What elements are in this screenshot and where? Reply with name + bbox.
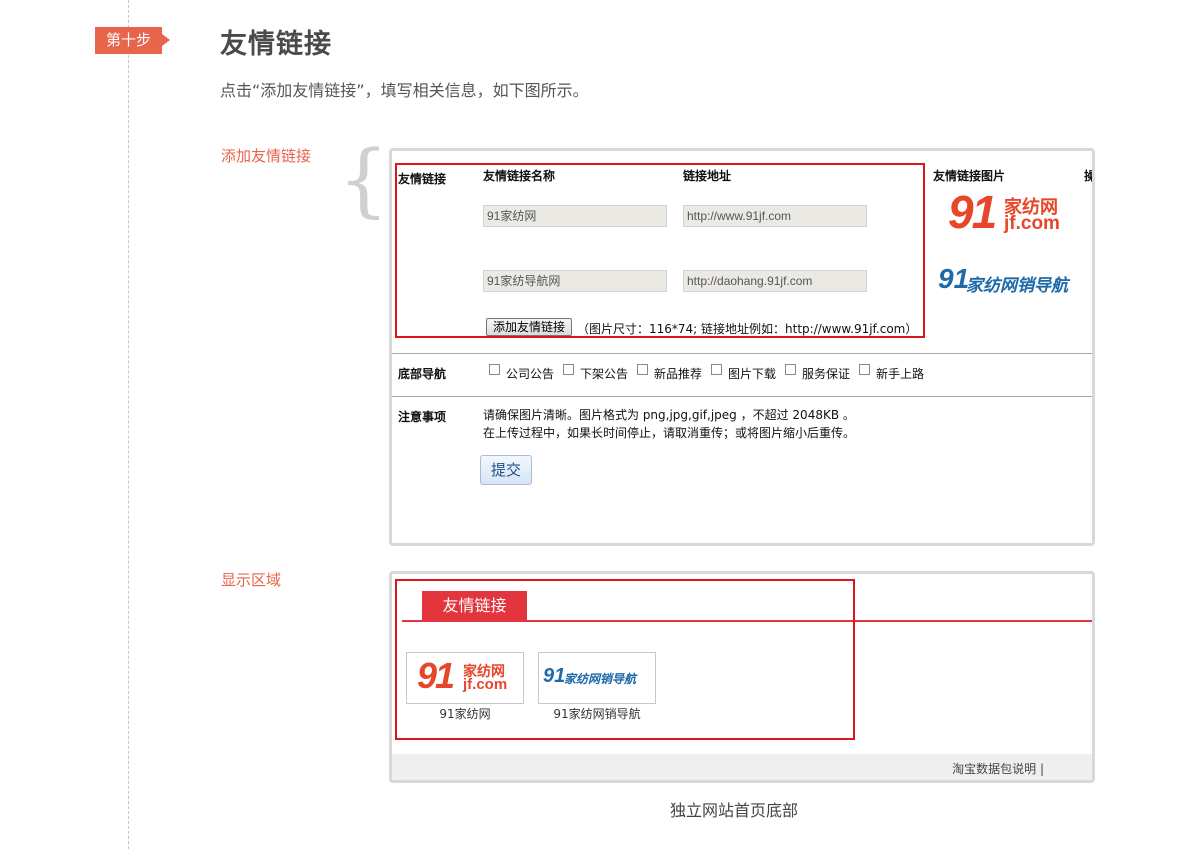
col-header-image: 友情链接图片 — [933, 169, 1006, 183]
notice-line-1: 请确保图片清晰。图片格式为 png,jpg,gif,jpeg ，不超过 2048… — [483, 408, 855, 422]
logo-91-daohang: 91 家纺网销导航 — [938, 263, 1068, 296]
checkbox-service-guarantee[interactable] — [785, 364, 796, 375]
checkbox-label: 服务保证 — [802, 367, 851, 381]
checkbox-label: 图片下载 — [728, 367, 777, 381]
row-label-friend-link: 友情链接 — [398, 172, 447, 186]
footer-link-taobao[interactable]: 淘宝数据包说明 | — [952, 760, 1044, 777]
step-description: 点击“添加友情链接”，填写相关信息，如下图所示。 — [220, 81, 589, 100]
friend-link-thumb-daohang[interactable]: 91 家纺网销导航 — [538, 652, 656, 704]
link-url-input[interactable]: http://daohang.91jf.com — [683, 270, 867, 292]
step-badge: 第十步 — [95, 27, 170, 54]
checkbox-new-products[interactable] — [637, 364, 648, 375]
link-url-input[interactable]: http://www.91jf.com — [683, 205, 867, 227]
notice-label: 注意事项 — [398, 410, 447, 424]
divider — [392, 353, 1092, 354]
link-name-input[interactable]: 91家纺导航网 — [483, 270, 667, 292]
checkbox-delist-notice[interactable] — [563, 364, 574, 375]
footer-nav-label: 底部导航 — [398, 367, 447, 381]
thumb-caption[interactable]: 91家纺网销导航 — [538, 705, 656, 722]
col-header-extra: 操 — [1084, 169, 1095, 183]
image-size-hint: （图片尺寸：116*74; 链接地址例如：http://www.91jf.com… — [577, 322, 918, 336]
display-preview-panel: 友情链接 91 家纺网 jf.com 91家纺网 91 家纺网销导航 91家纺网… — [389, 571, 1095, 783]
friend-link-thumb-91jf[interactable]: 91 家纺网 jf.com — [406, 652, 524, 704]
display-section-label: 显示区域 — [221, 571, 282, 589]
checkbox-label: 新品推荐 — [654, 367, 703, 381]
link-name-input[interactable]: 91家纺网 — [483, 205, 667, 227]
thumb-caption[interactable]: 91家纺网 — [406, 705, 524, 722]
checkbox-label: 新手上路 — [876, 367, 925, 381]
add-section-label: 添加友情链接 — [221, 147, 312, 165]
figure-caption: 独立网站首页底部 — [670, 801, 799, 820]
checkbox-label: 公司公告 — [506, 367, 555, 381]
checkbox-image-download[interactable] — [711, 364, 722, 375]
add-friend-link-button[interactable]: 添加友情链接 — [486, 318, 573, 336]
col-header-name: 友情链接名称 — [483, 169, 556, 183]
submit-button[interactable]: 提交 — [480, 455, 532, 485]
highlight-box — [395, 163, 925, 338]
checkbox-newbie-guide[interactable] — [859, 364, 870, 375]
friend-link-form-panel: 友情链接 友情链接名称 链接地址 友情链接图片 操 91家纺网 http://w… — [389, 148, 1095, 546]
logo-91jf: 91 家纺网 jf.com — [948, 186, 1060, 238]
checkbox-company-notice[interactable] — [489, 364, 500, 375]
page-title: 友情链接 — [220, 29, 332, 60]
brace-decoration: { — [338, 133, 389, 226]
divider — [392, 396, 1092, 397]
notice-line-2: 在上传过程中，如果长时间停止，请取消重传；或将图片缩小后重传。 — [483, 426, 856, 440]
col-header-url: 链接地址 — [683, 169, 732, 183]
checkbox-label: 下架公告 — [580, 367, 629, 381]
timeline-dashed-line — [128, 0, 129, 849]
